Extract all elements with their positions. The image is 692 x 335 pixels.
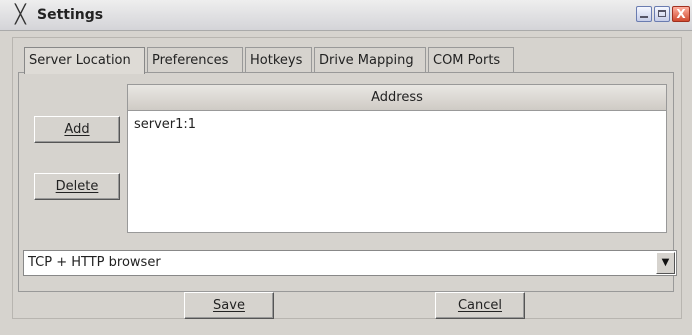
dropdown-arrow-button[interactable]: ▼ (656, 252, 675, 274)
maximize-button[interactable] (654, 6, 670, 22)
server-address-list[interactable]: server1:1 (127, 111, 667, 233)
minimize-button[interactable] (636, 6, 652, 22)
delete-button[interactable]: Delete (34, 173, 120, 200)
close-icon: X (676, 7, 686, 21)
tab-label: Server Location (29, 53, 131, 68)
tab-label: Drive Mapping (319, 53, 414, 68)
tab-com-ports[interactable]: COM Ports (428, 47, 514, 72)
add-button[interactable]: Add (34, 116, 120, 143)
tab-hotkeys[interactable]: Hotkeys (245, 47, 312, 72)
cancel-button[interactable]: Cancel (435, 292, 525, 319)
x-icon: ╳ (15, 4, 26, 25)
tab-label: Hotkeys (250, 53, 303, 68)
tab-preferences[interactable]: Preferences (147, 47, 243, 72)
window-title: Settings (37, 7, 104, 23)
tab-label: COM Ports (433, 53, 501, 68)
tab-drive-mapping[interactable]: Drive Mapping (314, 47, 426, 72)
tab-label: Preferences (152, 53, 229, 68)
title-bar[interactable]: ╳ Settings X (0, 0, 692, 31)
address-column-header[interactable]: Address (127, 84, 667, 111)
tab-server-location[interactable]: Server Location (24, 47, 145, 74)
list-item[interactable]: server1:1 (128, 111, 666, 132)
protocol-dropdown[interactable]: TCP + HTTP browser ▼ (23, 250, 677, 276)
protocol-selected-value: TCP + HTTP browser (28, 255, 161, 270)
close-button[interactable]: X (672, 6, 690, 22)
save-button[interactable]: Save (184, 292, 274, 319)
settings-window: ╳ Settings X Server Location Preferences… (0, 0, 692, 335)
chevron-down-icon: ▼ (661, 257, 670, 268)
